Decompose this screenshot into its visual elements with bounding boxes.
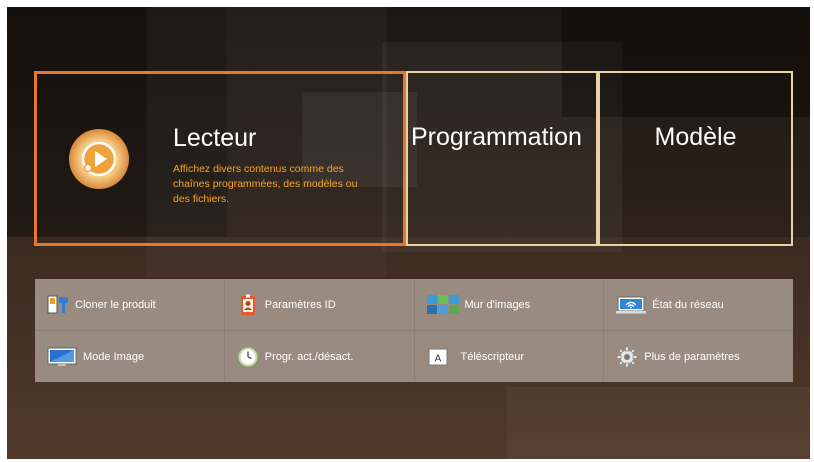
menu-item-telescripteur[interactable]: A Téléscripteur [414,331,604,382]
background-panel [507,387,810,459]
id-badge-icon [237,294,259,316]
svg-text:A: A [434,353,441,364]
settings-grid: Cloner le produit Paramètres ID Mur d'im… [35,279,793,382]
tile-description: Affichez divers contenus comme des chaîn… [173,163,358,205]
menu-item-label: Paramètres ID [264,298,336,311]
timer-icon [237,346,259,368]
menu-item-parametres-id[interactable]: Paramètres ID [224,279,414,330]
menu-item-mode-image[interactable]: Mode Image [35,331,224,382]
menu-item-label: Plus de paramètres [644,350,740,363]
menu-item-label: Mode Image [83,350,145,363]
play-icon [81,141,117,177]
tile-title: Programmation [411,123,582,151]
gear-icon [616,346,638,368]
menu-item-label: Progr. act./désact. [264,350,354,363]
player-icon [69,129,129,189]
menu-item-label: Cloner le produit [75,298,156,311]
menu-item-label: Téléscripteur [460,350,525,363]
monitor-icon [47,346,77,368]
tile-lecteur[interactable]: Lecteur Affichez divers contenus comme d… [34,71,406,246]
tile-programmation[interactable]: Programmation [406,71,598,246]
clone-icon [47,294,69,316]
ticker-icon: A [427,346,449,368]
tile-title: Modèle [654,123,737,151]
video-wall-icon [426,294,459,316]
menu-item-plus-parametres[interactable]: Plus de paramètres [604,331,793,382]
menu-item-progr-act-desact[interactable]: Progr. act./désact. [224,331,414,382]
tile-title: Lecteur [173,124,257,152]
menu-item-label: État du réseau [652,298,724,311]
tile-modele[interactable]: Modèle [598,71,793,246]
menu-item-label: Mur d'images [464,298,531,311]
menu-item-mur-images[interactable]: Mur d'images [414,279,604,330]
menu-item-cloner-produit[interactable]: Cloner le produit [35,279,224,330]
network-status-icon [616,294,647,316]
home-screen: Lecteur Affichez divers contenus comme d… [7,7,810,459]
menu-item-etat-reseau[interactable]: État du réseau [604,279,793,330]
